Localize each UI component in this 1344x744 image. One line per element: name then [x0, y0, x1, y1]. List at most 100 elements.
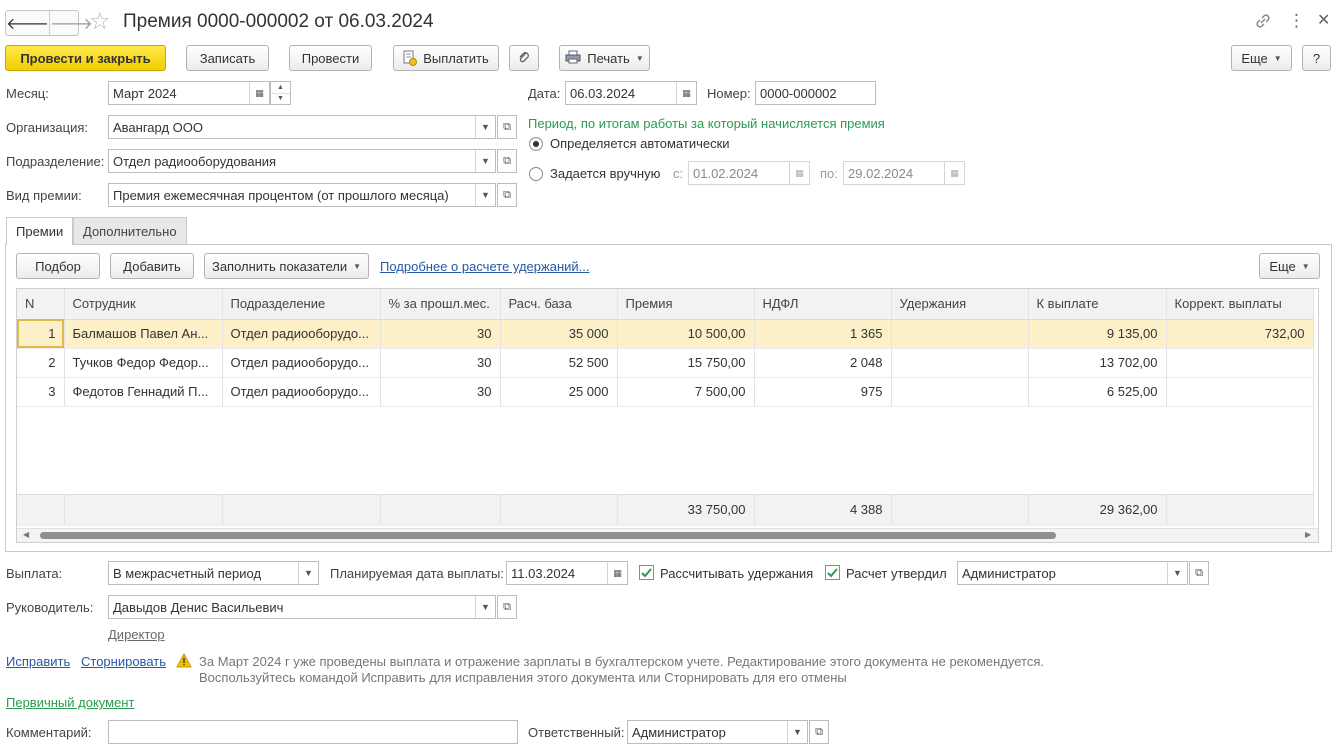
dropdown-icon[interactable]: ▼: [298, 562, 318, 584]
responsible-field[interactable]: Администратор ▼: [627, 720, 808, 744]
favorite-star-icon[interactable]: ☆: [89, 8, 111, 36]
organization-field[interactable]: Авангард ООО ▼: [108, 115, 496, 139]
bonus-type-field[interactable]: Премия ежемесячная процентом (от прошлог…: [108, 183, 496, 207]
department-cell[interactable]: Отдел радиооборудо...: [222, 377, 381, 407]
post-button[interactable]: Провести: [289, 45, 372, 71]
bonus-cell[interactable]: 15 750,00: [617, 348, 755, 378]
approver-field[interactable]: Администратор ▼: [957, 561, 1188, 585]
comment-field[interactable]: [108, 720, 518, 744]
percent-cell[interactable]: 30: [380, 377, 501, 407]
row-number[interactable]: 3: [17, 377, 65, 407]
bonus-cell[interactable]: 7 500,00: [617, 377, 755, 407]
open-icon[interactable]: ⧉: [497, 595, 517, 619]
radio-button-selected[interactable]: [529, 136, 543, 151]
column-header[interactable]: НДФЛ: [754, 289, 892, 320]
details-link[interactable]: Подробнее о расчете удержаний...: [380, 259, 590, 274]
calendar-icon[interactable]: ▦: [789, 162, 809, 184]
column-header[interactable]: N: [17, 289, 65, 320]
print-button[interactable]: Печать ▼: [559, 45, 650, 71]
primary-document-link[interactable]: Первичный документ: [6, 695, 134, 710]
column-header[interactable]: Удержания: [891, 289, 1029, 320]
bonus-cell[interactable]: 10 500,00: [617, 319, 755, 349]
month-field[interactable]: Март 2024 ▦: [108, 81, 270, 105]
column-header[interactable]: Сотрудник: [64, 289, 223, 320]
reverse-link[interactable]: Сторнировать: [81, 654, 166, 669]
attach-button[interactable]: [509, 45, 539, 71]
row-number[interactable]: 2: [17, 348, 65, 378]
column-header[interactable]: К выплате: [1028, 289, 1167, 320]
bonus-table[interactable]: N Сотрудник Подразделение % за прошл.мес…: [16, 288, 1319, 543]
calc-approved-checkbox[interactable]: [825, 565, 840, 580]
to-pay-cell[interactable]: 9 135,00: [1028, 319, 1167, 349]
to-pay-cell[interactable]: 6 525,00: [1028, 377, 1167, 407]
link-icon[interactable]: [1254, 12, 1272, 32]
month-stepper[interactable]: ▲ ▼: [270, 81, 291, 105]
open-icon[interactable]: ⧉: [497, 183, 517, 207]
base-cell[interactable]: 25 000: [500, 377, 618, 407]
forward-arrow-icon[interactable]: 🡒: [50, 11, 93, 35]
department-cell[interactable]: Отдел радиооборудо...: [222, 319, 381, 349]
tab-additional[interactable]: Дополнительно: [73, 217, 187, 244]
payment-adjustment-cell[interactable]: 732,00: [1166, 319, 1314, 349]
table-row[interactable]: 2 Тучков Федор Федор... Отдел радиообору…: [17, 348, 1314, 378]
from-date-field[interactable]: 01.02.2024 ▦: [688, 161, 810, 185]
base-cell[interactable]: 35 000: [500, 319, 618, 349]
table-row[interactable]: 1 Балмашов Павел Ан... Отдел радиооборуд…: [17, 319, 1314, 349]
table-more-button[interactable]: Еще ▼: [1259, 253, 1320, 279]
column-header[interactable]: Премия: [617, 289, 755, 320]
dropdown-icon[interactable]: ▼: [475, 184, 495, 206]
fix-link[interactable]: Исправить: [6, 654, 70, 669]
calendar-icon[interactable]: ▦: [676, 82, 696, 104]
to-date-field[interactable]: 29.02.2024 ▦: [843, 161, 965, 185]
column-header[interactable]: Расч. база: [500, 289, 618, 320]
pick-button[interactable]: Подбор: [16, 253, 100, 279]
more-vertical-icon[interactable]: ⋮: [1288, 12, 1305, 30]
deductions-cell[interactable]: [891, 377, 1029, 407]
deductions-cell[interactable]: [891, 348, 1029, 378]
help-button[interactable]: ?: [1302, 45, 1331, 71]
number-field[interactable]: 0000-000002: [755, 81, 876, 105]
calc-deductions-checkbox[interactable]: [639, 565, 654, 580]
dropdown-icon[interactable]: ▼: [475, 116, 495, 138]
stepper-up-icon[interactable]: ▲: [271, 82, 290, 94]
scroll-right-icon[interactable]: ▶: [1305, 530, 1311, 539]
calendar-icon[interactable]: ▦: [944, 162, 964, 184]
radio-auto[interactable]: Определяется автоматически: [529, 136, 730, 151]
stepper-down-icon[interactable]: ▼: [271, 94, 290, 105]
manager-position-link[interactable]: Директор: [108, 627, 165, 642]
deductions-cell[interactable]: [891, 319, 1029, 349]
payment-adjustment-cell[interactable]: [1166, 348, 1314, 378]
tab-bonuses[interactable]: Премии: [6, 217, 74, 245]
percent-cell[interactable]: 30: [380, 348, 501, 378]
dropdown-icon[interactable]: ▼: [1167, 562, 1187, 584]
open-icon[interactable]: ⧉: [809, 720, 829, 744]
dropdown-icon[interactable]: ▼: [475, 150, 495, 172]
row-number[interactable]: 1: [17, 319, 65, 349]
percent-cell[interactable]: 30: [380, 319, 501, 349]
open-icon[interactable]: ⧉: [497, 115, 517, 139]
column-header[interactable]: % за прошл.мес.: [380, 289, 501, 320]
scroll-left-icon[interactable]: ◀: [23, 530, 29, 539]
horizontal-scrollbar[interactable]: ◀ ▶: [17, 528, 1318, 542]
close-icon[interactable]: ✕: [1317, 12, 1330, 30]
dropdown-icon[interactable]: ▼: [475, 596, 495, 618]
ndfl-cell[interactable]: 1 365: [754, 319, 892, 349]
planned-date-field[interactable]: 11.03.2024 ▦: [506, 561, 628, 585]
open-icon[interactable]: ⧉: [1189, 561, 1209, 585]
scrollbar-thumb[interactable]: [40, 532, 1056, 539]
pay-button[interactable]: Выплатить: [393, 45, 499, 71]
payment-field[interactable]: В межрасчетный период ▼: [108, 561, 319, 585]
save-button[interactable]: Записать: [186, 45, 269, 71]
open-icon[interactable]: ⧉: [497, 149, 517, 173]
base-cell[interactable]: 52 500: [500, 348, 618, 378]
table-row[interactable]: 3 Федотов Геннадий П... Отдел радиообору…: [17, 377, 1314, 407]
department-field[interactable]: Отдел радиооборудования ▼: [108, 149, 496, 173]
ndfl-cell[interactable]: 2 048: [754, 348, 892, 378]
radio-manual[interactable]: Задается вручную: [529, 166, 660, 181]
date-field[interactable]: 06.03.2024 ▦: [565, 81, 697, 105]
manager-field[interactable]: Давыдов Денис Васильевич ▼: [108, 595, 496, 619]
more-button[interactable]: Еще ▼: [1231, 45, 1292, 71]
column-header[interactable]: Коррект. выплаты: [1166, 289, 1314, 320]
add-button[interactable]: Добавить: [110, 253, 194, 279]
column-header[interactable]: Подразделение: [222, 289, 381, 320]
